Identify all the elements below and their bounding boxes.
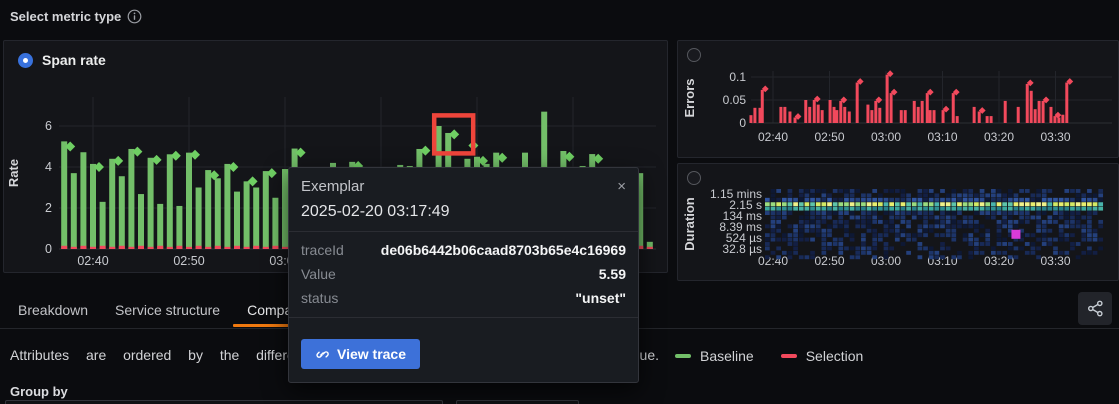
svg-text:02:40: 02:40 — [77, 254, 108, 268]
tab-service-structure[interactable]: Service structure — [115, 302, 220, 324]
baseline-swatch — [675, 354, 691, 358]
duration-special-cell — [1011, 229, 1021, 239]
duration-panel: 1.15 mins 2.15 s 134 ms 8.39 ms 524 µs 32.8 µ… — [677, 163, 1119, 281]
svg-text:03:30: 03:30 — [1040, 254, 1070, 268]
duration-chart[interactable]: 1.15 mins2.15 s134 ms8.39 ms524 µs32.8 µ… — [678, 164, 1118, 280]
svg-text:4: 4 — [45, 160, 52, 174]
value-row: Value 5.59 — [301, 266, 626, 282]
svg-text:Rate: Rate — [6, 159, 21, 187]
link-icon — [316, 351, 329, 358]
svg-text:0: 0 — [739, 116, 746, 130]
select-metric-header: Select metric type — [10, 9, 142, 24]
status-row: status "unset" — [301, 290, 626, 306]
svg-text:Duration: Duration — [682, 197, 697, 251]
errors-chart[interactable]: 0 0.05 0.1 02:40 02:50 03:00 03:10 03:20 03:30 Er… — [678, 41, 1118, 157]
svg-text:02:40: 02:40 — [758, 254, 788, 268]
secondary-select[interactable] — [456, 400, 579, 404]
svg-text:0.05: 0.05 — [723, 93, 747, 107]
svg-text:03:20: 03:20 — [984, 130, 1014, 144]
svg-text:02:50: 02:50 — [814, 130, 844, 144]
select-metric-label: Select metric type — [10, 9, 122, 24]
baseline-label: Baseline — [700, 348, 754, 364]
svg-text:03:00: 03:00 — [871, 130, 901, 144]
info-icon[interactable] — [127, 9, 142, 24]
tab-breakdown[interactable]: Breakdown — [18, 302, 88, 324]
svg-text:02:50: 02:50 — [814, 254, 844, 268]
exemplar-tooltip: Exemplar × 2025-02-20 03:17:49 traceId d… — [288, 167, 639, 383]
svg-text:02:40: 02:40 — [758, 130, 788, 144]
selection-label: Selection — [805, 348, 864, 364]
svg-text:03:10: 03:10 — [927, 130, 957, 144]
tooltip-timestamp: 2025-02-20 03:17:49 — [301, 203, 450, 220]
trace-id-row: traceId de06b6442b06caad8703b65e4c16969 — [301, 242, 626, 258]
share-icon — [1087, 300, 1103, 317]
duration-cells — [765, 189, 1104, 260]
svg-text:03:30: 03:30 — [1040, 130, 1070, 144]
group-by-select[interactable] — [5, 400, 443, 404]
errors-panel: 0 0.05 0.1 02:40 02:50 03:00 03:10 03:20 03:30 Er… — [677, 40, 1119, 158]
svg-text:Errors: Errors — [682, 78, 697, 117]
svg-text:32.8 µs: 32.8 µs — [722, 242, 762, 256]
explore-traces-page: Select metric type Span rate 0 2 4 6 02:40 02… — [0, 0, 1119, 404]
tooltip-divider — [289, 317, 638, 318]
tab-bar: Breakdown Service structure Comparison — [18, 302, 343, 327]
svg-text:0.1: 0.1 — [729, 70, 746, 84]
selection-swatch — [780, 354, 797, 358]
svg-text:02:50: 02:50 — [173, 254, 204, 268]
tooltip-title: Exemplar — [301, 178, 365, 195]
tooltip-divider — [289, 231, 638, 232]
close-icon[interactable]: × — [617, 179, 626, 194]
svg-text:6: 6 — [45, 119, 52, 133]
comparison-legend: Baseline Selection — [675, 348, 863, 364]
share-button[interactable] — [1078, 292, 1112, 325]
svg-text:0: 0 — [45, 242, 52, 256]
errors-bars — [749, 70, 1074, 123]
svg-text:2: 2 — [45, 201, 52, 215]
group-by-label: Group by — [10, 384, 68, 399]
view-trace-button[interactable]: View trace — [301, 339, 421, 369]
